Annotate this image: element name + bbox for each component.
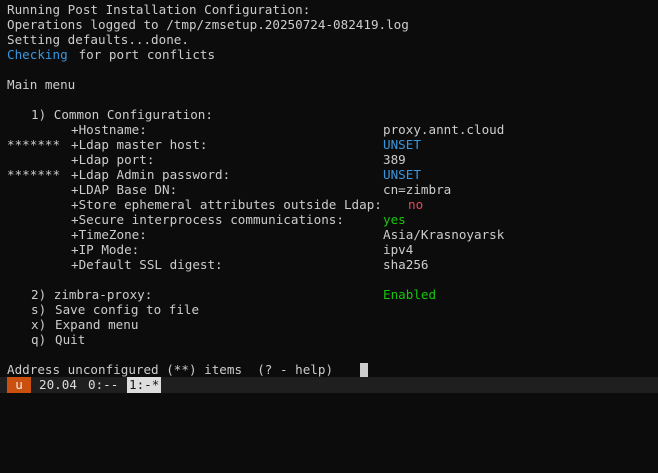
config-item-value: sha256 xyxy=(383,257,429,272)
tmux-host-label: 20.04 xyxy=(39,377,77,392)
port-check-line: Checking for port conflicts xyxy=(0,47,215,62)
tmux-window-1-active[interactable]: 1:-* xyxy=(127,377,162,393)
menu-option-expand: x) Expand menu xyxy=(0,317,138,332)
terminal-window[interactable]: Running Post Installation Configuration:… xyxy=(0,0,658,403)
config-item-label: +LDAP Base DN: xyxy=(71,182,178,197)
header-title: Running Post Installation Configuration: xyxy=(7,2,311,17)
config-item-label: +TimeZone: xyxy=(71,227,147,242)
unset-marker: ******* xyxy=(7,167,61,182)
config-item-label: +Default SSL digest: xyxy=(71,257,223,272)
defaults-text: Setting defaults...done. xyxy=(7,32,189,47)
config-item-value: Asia/Krasnoyarsk xyxy=(383,227,505,242)
log-path-text: Operations logged to /tmp/zmsetup.202507… xyxy=(7,17,409,32)
unset-marker: ******* xyxy=(7,137,61,152)
zimbra-proxy-label: 2) zimbra-proxy: xyxy=(31,287,153,302)
tmux-window-0[interactable]: 0:-- xyxy=(88,377,118,393)
config-item-value: 389 xyxy=(383,152,406,167)
option-key: s) xyxy=(31,302,47,317)
menu-item-common-config: 1) Common Configuration: xyxy=(0,107,213,122)
zimbra-proxy-value: Enabled xyxy=(383,287,437,302)
checking-word: Checking xyxy=(7,47,68,62)
option-label: Expand menu xyxy=(55,317,139,332)
menu-option-quit: q) Quit xyxy=(0,332,85,347)
config-item-value: yes xyxy=(383,212,406,227)
config-item-label: +IP Mode: xyxy=(71,242,140,257)
config-item-value: UNSET xyxy=(383,137,421,152)
main-menu-title: Main menu xyxy=(7,77,76,92)
prompt-text: Address unconfigured (**) items (? - hel… xyxy=(7,362,334,377)
config-item-label: +Store ephemeral attributes outside Ldap… xyxy=(71,197,382,212)
option-key: x) xyxy=(31,317,47,332)
config-item-label: +Ldap port: xyxy=(71,152,155,167)
header-title-line: Running Post Installation Configuration: xyxy=(0,2,310,17)
config-item-value: cn=zimbra xyxy=(383,182,452,197)
option-key: q) xyxy=(31,332,47,347)
config-item-label: +Hostname: xyxy=(71,122,147,137)
config-item-value: ipv4 xyxy=(383,242,414,257)
config-item-label: +Secure interprocess communications: xyxy=(71,212,344,227)
option-label: Save config to file xyxy=(55,302,200,317)
menu-item-zimbra-proxy: 2) zimbra-proxy: Enabled xyxy=(0,287,436,302)
config-item-value: proxy.annt.cloud xyxy=(383,122,505,137)
config-item-label: +Ldap master host: xyxy=(71,137,208,152)
checking-rest: for port conflicts xyxy=(71,47,216,62)
config-item-label: +Ldap Admin password: xyxy=(71,167,231,182)
defaults-line: Setting defaults...done. xyxy=(0,32,189,47)
main-menu-title-line: Main menu xyxy=(0,77,75,92)
prompt-line[interactable]: Address unconfigured (**) items (? - hel… xyxy=(0,362,368,377)
config-item-value: UNSET xyxy=(383,167,421,182)
tmux-session-indicator[interactable]: u xyxy=(7,377,31,393)
text-cursor[interactable] xyxy=(360,363,368,377)
common-config-label: 1) Common Configuration: xyxy=(31,107,213,122)
log-line: Operations logged to /tmp/zmsetup.202507… xyxy=(0,17,409,32)
tmux-status-bar: u 20.04 0:-- 1:-* xyxy=(0,377,658,393)
option-label: Quit xyxy=(55,332,86,347)
config-item-value: no xyxy=(408,197,424,212)
menu-option-save: s) Save config to file xyxy=(0,302,199,317)
